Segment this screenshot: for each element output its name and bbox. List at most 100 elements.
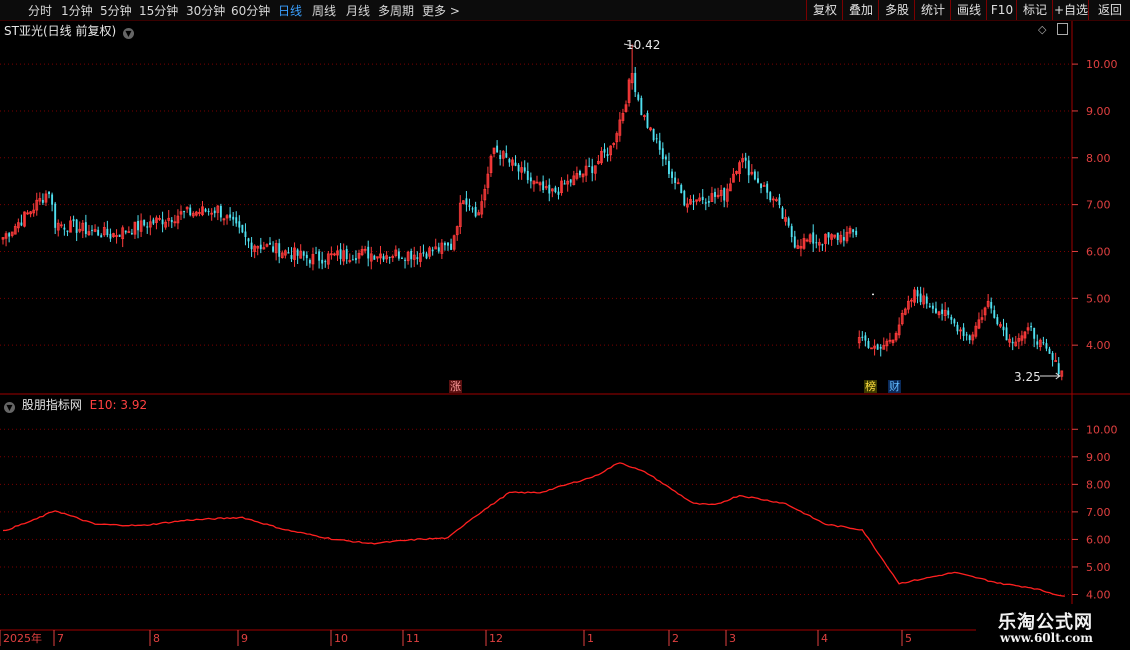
period-5[interactable]: 60分钟 bbox=[231, 2, 270, 19]
candle-body bbox=[416, 257, 419, 259]
indicator-name: 股朋指标网 bbox=[21, 398, 82, 412]
candle-body bbox=[683, 190, 686, 206]
toolbar-button-5[interactable]: F10 bbox=[986, 0, 1017, 20]
candle-body bbox=[953, 319, 956, 324]
candle-body bbox=[373, 255, 376, 260]
candle-body bbox=[410, 250, 413, 260]
candle-body bbox=[836, 232, 839, 241]
limit-up-tag[interactable]: 涨 bbox=[449, 380, 462, 393]
candle-body bbox=[450, 243, 453, 250]
toolbar-button-3[interactable]: 统计 bbox=[914, 0, 951, 20]
diamond-icon[interactable]: ◇ bbox=[1038, 23, 1046, 36]
toolbar-button-8[interactable]: 返回 bbox=[1088, 0, 1130, 20]
candle-body bbox=[425, 253, 428, 259]
period-7[interactable]: 周线 bbox=[312, 2, 336, 19]
candle-body bbox=[51, 194, 54, 205]
period-6[interactable]: 日线 bbox=[278, 2, 302, 19]
candle-body bbox=[523, 167, 526, 172]
candle-body bbox=[204, 209, 207, 212]
candle-body bbox=[1005, 327, 1008, 341]
candle-body bbox=[137, 220, 139, 231]
candle-body bbox=[324, 261, 327, 263]
candle-body bbox=[747, 160, 750, 176]
candle-body bbox=[526, 170, 529, 180]
month-label: 3 bbox=[729, 632, 736, 645]
period-toolbar: 分时 1分钟 5分钟 15分钟 30分钟 60分钟 日线 周线 月线 多周期 更多 > 复权 叠加 多股统… bbox=[0, 0, 1130, 21]
candle-body bbox=[296, 249, 299, 256]
main-chart-title[interactable]: ST亚光(日线 前复权) ▼ bbox=[4, 22, 137, 39]
high-price-label: 10.42 bbox=[626, 38, 661, 52]
candle-body bbox=[97, 229, 100, 236]
candle-body bbox=[305, 254, 308, 259]
candle-body bbox=[996, 317, 999, 325]
chevron-down-icon[interactable]: ▼ bbox=[122, 28, 134, 39]
candle-body bbox=[990, 302, 993, 309]
period-8[interactable]: 月线 bbox=[346, 2, 370, 19]
candle-body bbox=[548, 184, 551, 194]
candle-body bbox=[606, 154, 609, 157]
indicator-y-tick-label: 5.00 bbox=[1086, 561, 1111, 574]
candle-body bbox=[315, 252, 317, 254]
candle-body bbox=[674, 177, 677, 183]
candle-body bbox=[769, 192, 772, 201]
indicator-e10-line bbox=[2, 462, 1065, 597]
candle-body bbox=[269, 242, 271, 245]
ranking-tag[interactable]: 榜 bbox=[864, 380, 877, 393]
candle-body bbox=[821, 244, 824, 246]
stock-title: ST亚光(日线 前复权) bbox=[4, 24, 117, 38]
period-9[interactable]: 多周期 bbox=[378, 2, 414, 19]
month-label: 7 bbox=[57, 632, 64, 645]
month-label: 2 bbox=[672, 632, 679, 645]
gap-marker bbox=[872, 293, 874, 296]
candle-body bbox=[401, 257, 403, 259]
toolbar-button-1[interactable]: 叠加 bbox=[842, 0, 879, 20]
toolbar-button-7[interactable]: +自选 bbox=[1052, 0, 1089, 20]
candle-body bbox=[766, 183, 769, 193]
main-y-tick-label: 4.00 bbox=[1086, 339, 1111, 352]
low-price-label: 3.25 bbox=[1014, 370, 1041, 384]
candle-body bbox=[876, 344, 879, 350]
period-10[interactable]: 更多 > bbox=[422, 2, 460, 19]
candle-body bbox=[1048, 348, 1051, 354]
window-toggle-icon[interactable] bbox=[1057, 23, 1068, 35]
candle-body bbox=[219, 205, 222, 218]
candle-body bbox=[646, 112, 649, 128]
indicator-y-tick-label: 6.00 bbox=[1086, 533, 1111, 546]
candle-body bbox=[302, 251, 305, 256]
toolbar-button-0[interactable]: 复权 bbox=[806, 0, 843, 20]
candle-body bbox=[778, 197, 781, 206]
toolbar-button-2[interactable]: 多股 bbox=[878, 0, 915, 20]
period-4[interactable]: 30分钟 bbox=[186, 2, 225, 19]
toolbar-button-4[interactable]: 画线 bbox=[950, 0, 987, 20]
candle-body bbox=[232, 216, 235, 220]
period-2[interactable]: 5分钟 bbox=[100, 2, 132, 19]
candle-body bbox=[714, 192, 716, 197]
candle-body bbox=[351, 259, 354, 261]
candle-body bbox=[680, 184, 683, 194]
candle-body bbox=[1030, 326, 1033, 328]
period-0[interactable]: 分时 bbox=[28, 2, 52, 19]
candle-body bbox=[244, 231, 247, 237]
candle-body bbox=[861, 336, 864, 338]
period-3[interactable]: 15分钟 bbox=[139, 2, 178, 19]
month-label: 12 bbox=[489, 632, 503, 645]
indicator-title[interactable]: ▼ 股朋指标网 E10: 3.92 bbox=[4, 396, 147, 413]
candle-body bbox=[146, 226, 149, 228]
chevron-down-icon[interactable]: ▼ bbox=[4, 402, 15, 413]
indicator-y-tick-label: 10.00 bbox=[1086, 423, 1118, 436]
watermark: 乐淘公式网 www.60lt.com bbox=[976, 604, 1130, 650]
finance-tag[interactable]: 财 bbox=[888, 380, 901, 393]
candle-body bbox=[827, 232, 830, 238]
candle-body bbox=[855, 230, 858, 235]
indicator-value: E10: 3.92 bbox=[89, 398, 148, 412]
candle-body bbox=[207, 211, 210, 213]
period-1[interactable]: 1分钟 bbox=[61, 2, 93, 19]
candle-body bbox=[781, 207, 784, 219]
candle-body bbox=[867, 340, 870, 348]
toolbar-button-6[interactable]: 标记 bbox=[1016, 0, 1053, 20]
candle-body bbox=[968, 335, 971, 341]
candle-body bbox=[422, 252, 425, 254]
candle-body bbox=[505, 153, 508, 158]
candle-body bbox=[20, 222, 23, 226]
candle-body bbox=[815, 242, 818, 244]
